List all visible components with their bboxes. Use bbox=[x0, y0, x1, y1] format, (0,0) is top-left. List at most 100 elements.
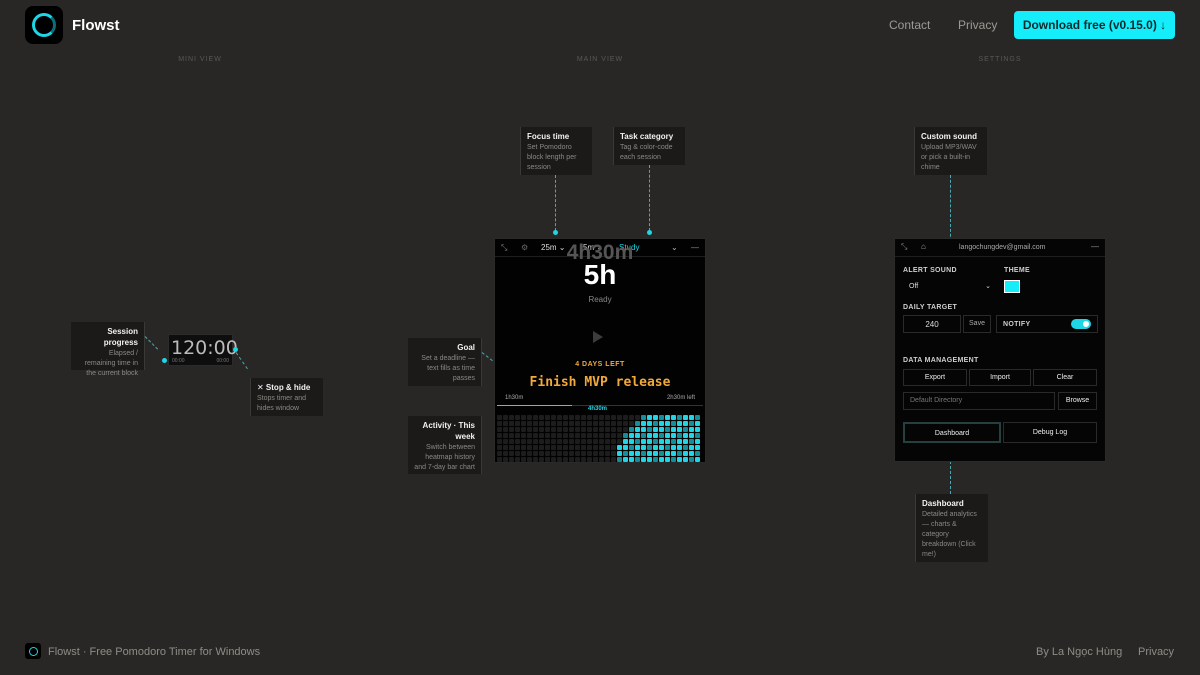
heatmap-cell bbox=[557, 421, 562, 426]
heatmap-cell bbox=[509, 451, 514, 456]
directory-input[interactable]: Default Directory bbox=[903, 392, 1055, 410]
connector bbox=[649, 165, 650, 231]
heatmap-cell bbox=[527, 421, 532, 426]
heatmap-cell bbox=[545, 445, 550, 450]
heatmap-cell bbox=[497, 457, 502, 462]
save-button[interactable]: Save bbox=[963, 315, 991, 333]
heatmap-cell bbox=[671, 439, 676, 444]
heatmap-cell bbox=[635, 457, 640, 462]
toggle-knob bbox=[1083, 321, 1089, 327]
heatmap-cell bbox=[521, 421, 526, 426]
account-email: langochungdev@gmail.com bbox=[959, 244, 1046, 251]
home-icon[interactable]: ⌂ bbox=[921, 242, 926, 251]
heatmap-cell bbox=[653, 427, 658, 432]
alert-sound-label: ALERT SOUND bbox=[903, 267, 957, 274]
heatmap-cell bbox=[515, 415, 520, 420]
heatmap-cell bbox=[599, 451, 604, 456]
heatmap-cell bbox=[563, 421, 568, 426]
heatmap-cell bbox=[527, 445, 532, 450]
heatmap-cell bbox=[545, 457, 550, 462]
heatmap-cell bbox=[611, 451, 616, 456]
clear-button[interactable]: Clear bbox=[1033, 369, 1097, 386]
progress-done: 1h30m bbox=[505, 395, 524, 401]
heatmap-cell bbox=[689, 457, 694, 462]
heatmap-cell bbox=[635, 427, 640, 432]
heatmap-cell bbox=[581, 415, 586, 420]
heatmap-cell bbox=[629, 415, 634, 420]
notify-toggle[interactable] bbox=[1071, 319, 1091, 329]
goal-text[interactable]: Finish MVP release bbox=[495, 375, 705, 390]
theme-color-swatch[interactable] bbox=[1004, 280, 1020, 293]
logo[interactable] bbox=[25, 6, 63, 44]
heatmap-cell bbox=[683, 451, 688, 456]
heatmap-cell bbox=[695, 451, 700, 456]
heatmap-cell bbox=[581, 445, 586, 450]
download-button[interactable]: Download free (v0.15.0) ↓ bbox=[1014, 11, 1175, 39]
browse-button[interactable]: Browse bbox=[1058, 392, 1097, 410]
heatmap-cell bbox=[545, 415, 550, 420]
play-icon[interactable] bbox=[593, 331, 603, 343]
heatmap-cell bbox=[683, 445, 688, 450]
heatmap-cell bbox=[665, 415, 670, 420]
note-session-progress: Session progress Elapsed / remaining tim… bbox=[71, 322, 145, 377]
heatmap-cell bbox=[503, 451, 508, 456]
heatmap-cell bbox=[617, 439, 622, 444]
heatmap-cell bbox=[635, 445, 640, 450]
mini-timer-window[interactable]: 120:00 00:00 00:00 bbox=[168, 334, 238, 366]
heatmap-cell bbox=[581, 433, 586, 438]
data-management-label: DATA MANAGEMENT bbox=[903, 357, 979, 364]
heatmap-cell bbox=[545, 439, 550, 444]
note-dashboard: Dashboard Detailed analytics — charts & … bbox=[915, 494, 988, 562]
heatmap-cell bbox=[533, 457, 538, 462]
note-desc: Tag & color-code each session bbox=[620, 144, 673, 161]
brand-name[interactable]: Flowst bbox=[72, 17, 120, 34]
heatmap-cell bbox=[575, 415, 580, 420]
note-desc: Upload MP3/WAV or pick a built-in chime bbox=[921, 144, 977, 171]
heatmap-cell bbox=[533, 445, 538, 450]
heatmap-cell bbox=[635, 415, 640, 420]
heatmap-cell bbox=[677, 427, 682, 432]
daily-target-input[interactable]: 240 bbox=[903, 315, 961, 333]
heatmap-cell bbox=[605, 451, 610, 456]
heatmap-cell bbox=[587, 457, 592, 462]
footer-privacy[interactable]: Privacy bbox=[1138, 646, 1174, 658]
heatmap-cell bbox=[683, 415, 688, 420]
heatmap-cell bbox=[647, 457, 652, 462]
heatmap-cell bbox=[509, 445, 514, 450]
heatmap-cell bbox=[533, 415, 538, 420]
heatmap-cell bbox=[563, 439, 568, 444]
heatmap-cell bbox=[503, 439, 508, 444]
heatmap-cell bbox=[641, 445, 646, 450]
footer-author[interactable]: By La Ngọc Hùng bbox=[1036, 646, 1122, 658]
heatmap-cell bbox=[557, 445, 562, 450]
heatmap-cell bbox=[647, 427, 652, 432]
heatmap-cell bbox=[569, 439, 574, 444]
nav-contact[interactable]: Contact bbox=[889, 18, 930, 32]
export-button[interactable]: Export bbox=[903, 369, 967, 386]
heatmap-cell bbox=[617, 451, 622, 456]
heatmap-cell bbox=[689, 439, 694, 444]
heatmap-cell bbox=[599, 457, 604, 462]
dashboard-button[interactable]: Dashboard bbox=[903, 422, 1001, 443]
minimize-icon[interactable]: — bbox=[1091, 242, 1099, 251]
heatmap-cell bbox=[695, 439, 700, 444]
heatmap-cell bbox=[509, 457, 514, 462]
debug-log-button[interactable]: Debug Log bbox=[1003, 422, 1097, 443]
heatmap-cell bbox=[647, 451, 652, 456]
heatmap-cell bbox=[611, 415, 616, 420]
heatmap-cell bbox=[575, 457, 580, 462]
nav-privacy[interactable]: Privacy bbox=[958, 18, 997, 32]
alert-sound-select[interactable]: Off ⌄ bbox=[903, 279, 995, 295]
heatmap-cell bbox=[551, 421, 556, 426]
import-button[interactable]: Import bbox=[969, 369, 1031, 386]
heatmap-cell bbox=[641, 451, 646, 456]
heatmap-cell bbox=[587, 427, 592, 432]
heatmap-cell bbox=[659, 457, 664, 462]
main-timer-window[interactable]: ⤡ ⚙ 25m ⌄ 5m ⌄ Study ⌄ — 4h30m 5h Ready … bbox=[494, 238, 706, 463]
activity-heatmap[interactable] bbox=[497, 415, 703, 462]
heatmap-cell bbox=[647, 439, 652, 444]
compact-icon[interactable]: ⤡ bbox=[901, 242, 907, 252]
heatmap-cell bbox=[671, 421, 676, 426]
note-title: Dashboard bbox=[922, 499, 964, 508]
anchor-dot bbox=[647, 230, 652, 235]
